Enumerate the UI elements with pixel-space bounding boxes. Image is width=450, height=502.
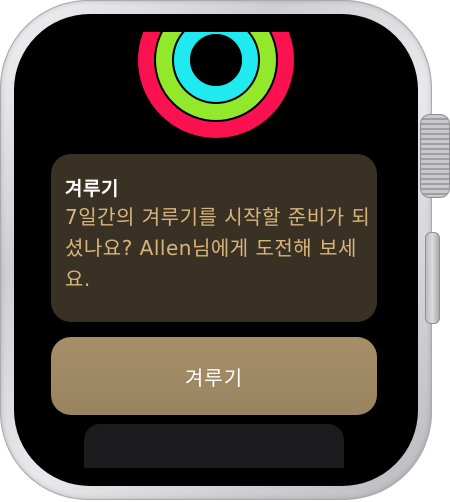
watch-screen: 겨루기 7일간의 겨루기를 시작할 준비가 되셨나요? Allen님에게 도전해… [32, 32, 400, 468]
next-button-peek[interactable] [84, 424, 344, 468]
compete-button[interactable]: 겨루기 [51, 337, 377, 415]
rings-center [190, 34, 242, 86]
notification-card[interactable]: 겨루기 7일간의 겨루기를 시작할 준비가 되셨나요? Allen님에게 도전해… [51, 154, 377, 322]
activity-rings-icon [138, 32, 294, 138]
compete-button-label: 겨루기 [184, 365, 244, 390]
digital-crown[interactable] [420, 114, 450, 198]
notification-message: 7일간의 겨루기를 시작할 준비가 되셨나요? Allen님에게 도전해 보세요… [65, 205, 371, 291]
side-button[interactable] [425, 232, 440, 324]
notification-app-name: 겨루기 [65, 178, 119, 200]
